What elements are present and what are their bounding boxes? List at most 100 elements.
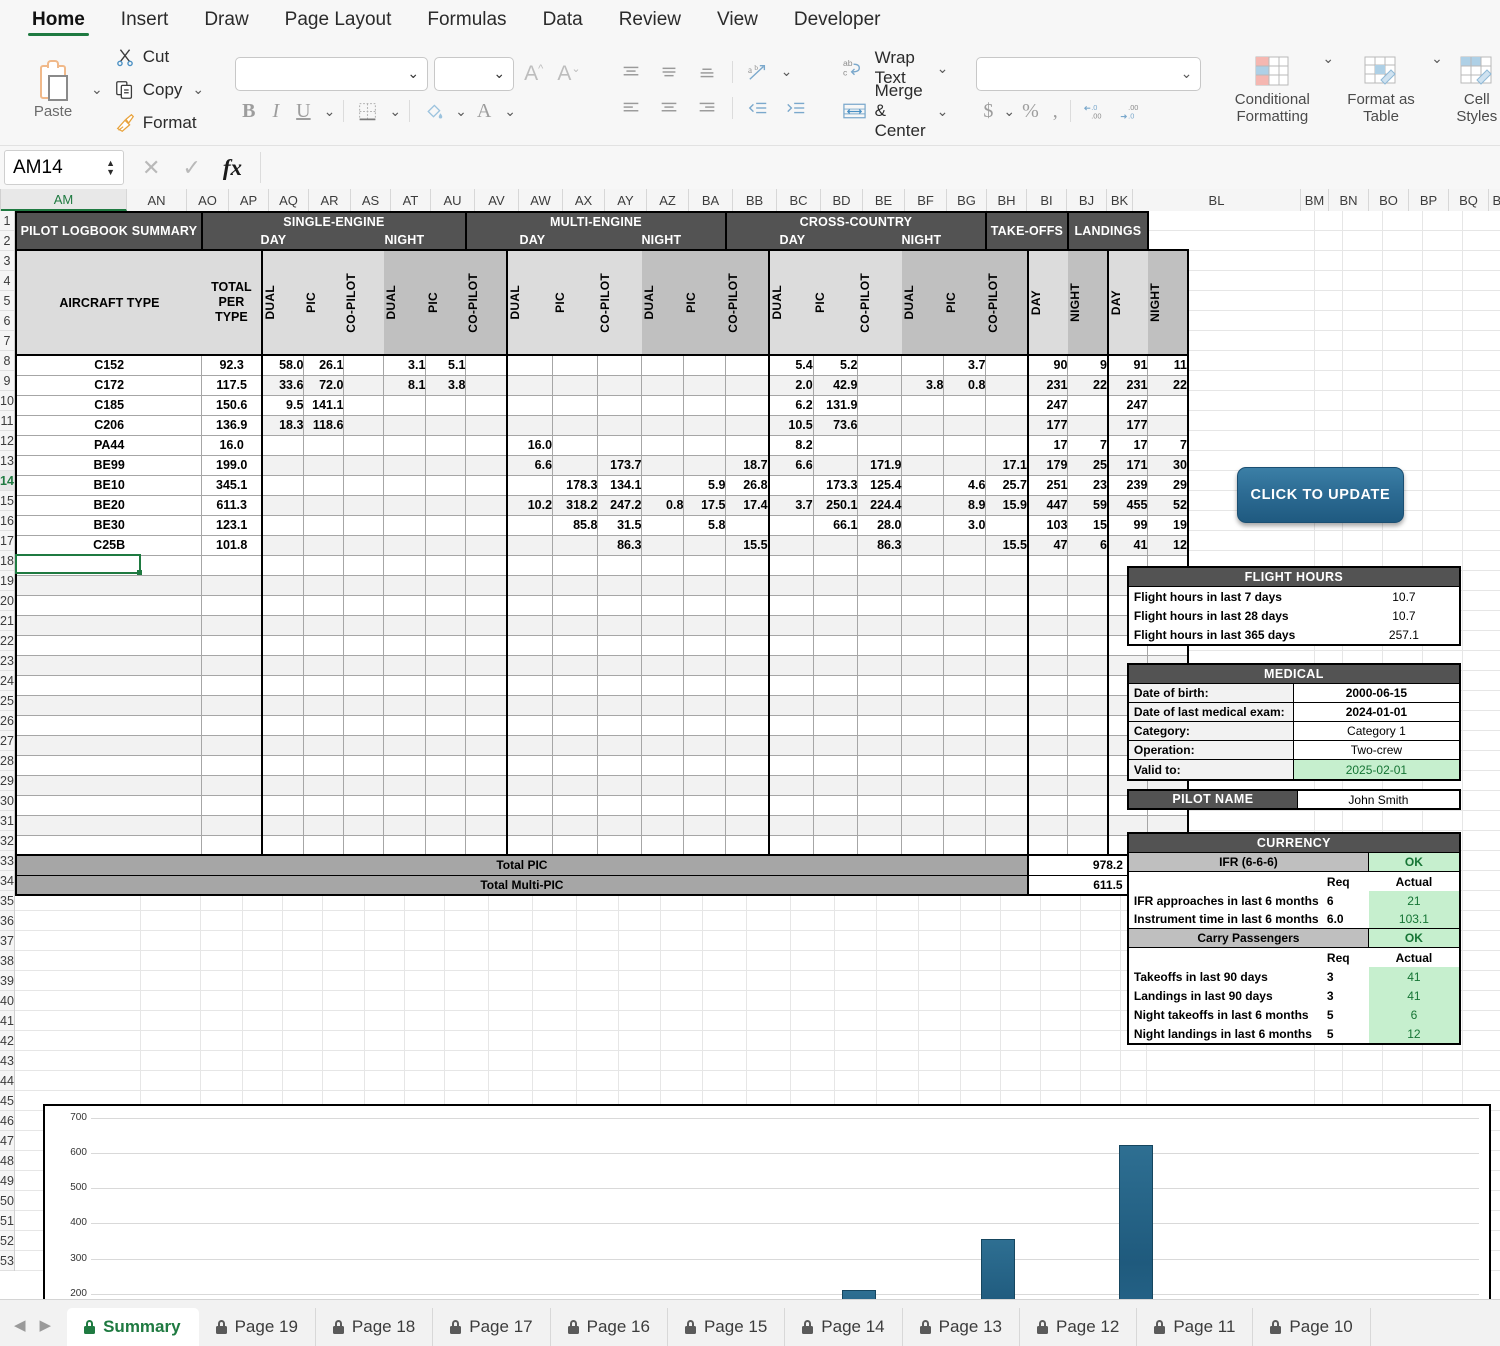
cell-xc_d_pic[interactable]: 131.9 [812,394,859,416]
grid-cell[interactable] [532,931,577,951]
cell-xc_d_cop[interactable] [857,434,903,456]
cell-empty[interactable] [597,614,643,636]
row-header-18[interactable]: 18 [0,551,14,571]
cell-empty[interactable] [857,714,903,736]
cell-aircraft-type[interactable]: BE20 [14,494,203,516]
cell-me_d_cop[interactable]: 86.3 [597,534,643,556]
grid-cell[interactable] [532,951,577,971]
grid-cell[interactable] [1382,1071,1423,1091]
grid-cell[interactable] [140,1051,201,1071]
cell-empty[interactable] [985,814,1029,836]
cell-se_d_pic[interactable] [303,534,345,556]
row-header-34[interactable]: 34 [0,871,14,891]
cell-me_n_dual[interactable] [641,354,685,376]
cell-xc_n_pic[interactable] [943,434,987,456]
cell-se_d_cop[interactable] [343,374,385,396]
cell-empty[interactable] [597,694,643,716]
table-chevron-down-icon[interactable]: ⌄ [1431,50,1443,67]
cell-takeoffs-day[interactable]: 179 [1026,454,1069,476]
cell-empty[interactable] [641,794,685,816]
decrease-decimal-icon[interactable]: .00.0 [1112,101,1148,121]
cell-total-per-type[interactable]: 16.0 [201,434,263,456]
grid-cell[interactable] [14,991,141,1011]
grid-cell[interactable] [404,1071,445,1091]
grid-cell[interactable] [282,931,323,951]
grid-cell[interactable] [1462,571,1500,591]
cell-se_n_cop[interactable] [465,394,508,416]
grid-cell[interactable] [488,1051,533,1071]
cell-me_d_dual[interactable]: 6.6 [506,454,554,476]
cell-se_d_cop[interactable] [343,394,385,416]
cell-xc_n_pic[interactable]: 8.9 [943,494,987,516]
cell-empty[interactable] [303,754,345,776]
grid-cell[interactable] [876,1071,919,1091]
grid-cell[interactable] [1382,531,1423,551]
cell-empty[interactable] [767,634,814,656]
column-header-BE[interactable]: BE [863,189,905,211]
cell-empty[interactable] [465,814,508,836]
row-header-5[interactable]: 5 [0,291,14,311]
cell-landings-night[interactable]: 19 [1147,514,1189,536]
grid-cell[interactable] [1422,431,1463,451]
cell-empty[interactable] [1026,754,1069,776]
grid-cell[interactable] [444,971,489,991]
grid-cell[interactable] [702,931,747,951]
grid-cell[interactable] [14,951,141,971]
cell-empty[interactable] [943,614,987,636]
borders-chevron-down-icon[interactable]: ⌄ [389,103,401,120]
cell-empty[interactable] [383,814,427,836]
cell-landings-day[interactable]: 91 [1106,354,1149,376]
cell-landings-day[interactable]: 171 [1106,454,1149,476]
grid-cell[interactable] [1462,991,1500,1011]
cell-takeoffs-day[interactable]: 177 [1026,414,1069,436]
cell-xc_n_pic[interactable] [943,414,987,436]
row-header-12[interactable]: 12 [0,431,14,451]
grid-cell[interactable] [322,1031,365,1051]
cell-takeoffs-day[interactable]: 231 [1026,374,1069,396]
cell-se_n_pic[interactable]: 3.8 [425,374,467,396]
align-right-button[interactable] [689,95,725,121]
cell-empty[interactable] [683,594,727,616]
grid-cell[interactable] [834,1071,877,1091]
cell-se_n_dual[interactable] [383,434,427,456]
grid-cell[interactable] [1422,531,1463,551]
sheet-tab-summary[interactable]: Summary [67,1308,199,1346]
cell-empty[interactable] [641,714,685,736]
grid-cell[interactable] [1422,391,1463,411]
cell-empty[interactable] [1067,554,1109,576]
grid-cell[interactable] [1314,371,1343,391]
grid-cell[interactable] [404,971,445,991]
row-header-30[interactable]: 30 [0,791,14,811]
cell-empty[interactable] [985,834,1029,856]
grid-cell[interactable] [1382,331,1423,351]
grid-cell[interactable] [364,1011,405,1031]
cell-total-per-type[interactable]: 123.1 [201,514,263,536]
ribbon-tab-data[interactable]: Data [525,9,601,36]
cell-empty[interactable] [725,714,770,736]
cell-empty[interactable] [943,594,987,616]
cell-empty[interactable] [465,634,508,656]
grid-cell[interactable] [242,991,283,1011]
cell-landings-day[interactable]: 41 [1106,534,1149,556]
cell-empty[interactable] [597,814,643,836]
grid-cell[interactable] [1342,811,1383,831]
cell-se_n_dual[interactable]: 3.1 [383,354,427,376]
grid-cell[interactable] [404,1011,445,1031]
cell-xc_d_cop[interactable] [857,374,903,396]
cell-landings-night[interactable]: 30 [1147,454,1189,476]
cell-me_d_pic[interactable]: 85.8 [552,514,599,536]
column-header-AM[interactable]: AM [1,189,127,211]
grid-cell[interactable] [960,1011,1001,1031]
cell-se_n_pic[interactable] [425,534,467,556]
cell-xc_d_dual[interactable]: 6.6 [767,454,814,476]
cell-empty[interactable] [14,714,203,736]
cell-me_n_cop[interactable]: 26.8 [725,474,770,496]
name-box-spinner[interactable]: ▲ ▼ [106,158,115,176]
cell-empty[interactable] [857,574,903,596]
column-header-AY[interactable]: AY [605,189,647,211]
cell-empty[interactable] [683,654,727,676]
grid-cell[interactable] [200,1071,243,1091]
cell-me_d_dual[interactable] [506,534,554,556]
grid-cell[interactable] [746,951,791,971]
cell-empty[interactable] [506,694,554,716]
